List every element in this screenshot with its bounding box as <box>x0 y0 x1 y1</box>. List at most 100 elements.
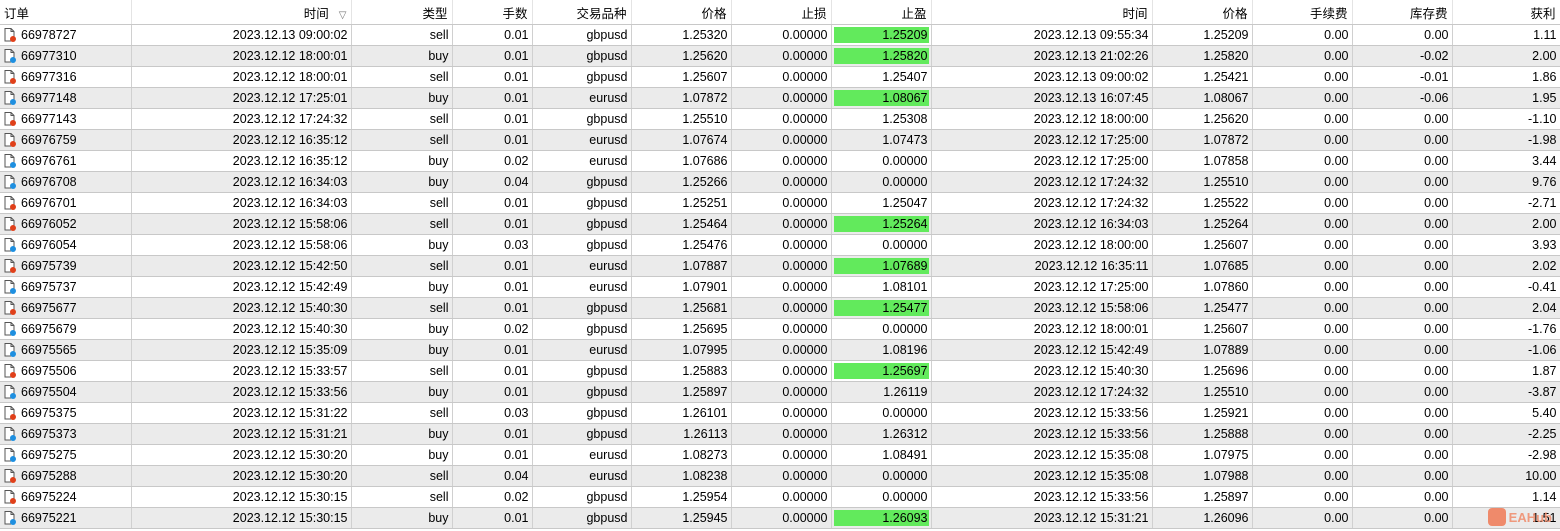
table-row[interactable]: 66975677 2023.12.12 15:40:30 sell 0.01 gbpus… <box>0 297 1560 319</box>
cell-commission: 0.00 <box>1252 87 1353 109</box>
cell-close-price: 1.26096 <box>1152 507 1253 529</box>
cell-tp: 1.25264 <box>831 213 932 235</box>
cell-tp: 1.26119 <box>831 381 932 403</box>
cell-profit: -2.25 <box>1452 423 1560 445</box>
cell-close-price: 1.25820 <box>1152 45 1253 67</box>
column-header-order[interactable]: 订单 <box>0 0 132 25</box>
cell-open-time: 2023.12.12 15:30:15 <box>131 486 352 508</box>
cell-profit: 1.86 <box>1452 66 1560 88</box>
sell-order-icon <box>4 364 16 378</box>
cell-symbol: gbpusd <box>532 297 632 319</box>
order-number: 66975275 <box>21 448 77 462</box>
cell-commission: 0.00 <box>1252 360 1353 382</box>
column-header-swap[interactable]: 库存费 <box>1352 0 1453 25</box>
table-row[interactable]: 66976054 2023.12.12 15:58:06 buy 0.03 gbpusd… <box>0 234 1560 256</box>
cell-symbol: eurusd <box>532 276 632 298</box>
table-row[interactable]: 66975288 2023.12.12 15:30:20 sell 0.04 eurus… <box>0 465 1560 487</box>
cell-close-time: 2023.12.12 16:34:03 <box>931 213 1153 235</box>
cell-tp: 1.25308 <box>831 108 932 130</box>
sell-order-icon <box>4 259 16 273</box>
cell-profit: 10.00 <box>1452 465 1560 487</box>
cell-order: 66976054 <box>0 234 132 256</box>
cell-price: 1.25464 <box>631 213 732 235</box>
cell-symbol: gbpusd <box>532 213 632 235</box>
column-header-stop-loss[interactable]: 止损 <box>731 0 832 25</box>
table-row[interactable]: 66976052 2023.12.12 15:58:06 sell 0.01 gbpus… <box>0 213 1560 235</box>
cell-type: sell <box>351 24 453 46</box>
sell-order-icon <box>4 217 16 231</box>
cell-commission: 0.00 <box>1252 45 1353 67</box>
table-row[interactable]: 66975221 2023.12.12 15:30:15 buy 0.01 gbpusd… <box>0 507 1560 529</box>
table-row[interactable]: 66975679 2023.12.12 15:40:30 buy 0.02 gbpusd… <box>0 318 1560 340</box>
cell-lots: 0.03 <box>452 402 533 424</box>
table-row[interactable]: 66975375 2023.12.12 15:31:22 sell 0.03 gbpus… <box>0 402 1560 424</box>
order-number: 66975677 <box>21 301 77 315</box>
column-header-open-price[interactable]: 价格 <box>631 0 732 25</box>
cell-close-price: 1.07872 <box>1152 129 1253 151</box>
buy-order-icon <box>4 343 16 357</box>
sell-order-icon <box>4 133 16 147</box>
buy-order-icon <box>4 175 16 189</box>
table-row[interactable]: 66977310 2023.12.12 18:00:01 buy 0.01 gbpusd… <box>0 45 1560 67</box>
cell-close-time: 2023.12.12 17:25:00 <box>931 150 1153 172</box>
cell-close-price: 1.25921 <box>1152 402 1253 424</box>
cell-price: 1.07887 <box>631 255 732 277</box>
table-row[interactable]: 66975275 2023.12.12 15:30:20 buy 0.01 eurusd… <box>0 444 1560 466</box>
cell-sl: 0.00000 <box>731 234 832 256</box>
column-header-close-price[interactable]: 价格 <box>1152 0 1253 25</box>
cell-commission: 0.00 <box>1252 339 1353 361</box>
column-header-open-time[interactable]: 时间 ▽ <box>131 0 352 25</box>
cell-sl: 0.00000 <box>731 465 832 487</box>
cell-close-time: 2023.12.12 17:24:32 <box>931 381 1153 403</box>
table-row[interactable]: 66977143 2023.12.12 17:24:32 sell 0.01 gbpus… <box>0 108 1560 130</box>
order-number: 66977310 <box>21 49 77 63</box>
cell-tp: 1.08491 <box>831 444 932 466</box>
table-row[interactable]: 66975373 2023.12.12 15:31:21 buy 0.01 gbpusd… <box>0 423 1560 445</box>
cell-profit: 1.95 <box>1452 87 1560 109</box>
column-header-symbol[interactable]: 交易品种 <box>532 0 632 25</box>
cell-price: 1.25897 <box>631 381 732 403</box>
order-number: 66975375 <box>21 406 77 420</box>
table-row[interactable]: 66975506 2023.12.12 15:33:57 sell 0.01 gbpus… <box>0 360 1560 382</box>
cell-open-time: 2023.12.12 16:35:12 <box>131 150 352 172</box>
cell-tp: 1.08101 <box>831 276 932 298</box>
cell-lots: 0.01 <box>452 444 533 466</box>
cell-symbol: eurusd <box>532 444 632 466</box>
column-header-lots[interactable]: 手数 <box>452 0 533 25</box>
cell-price: 1.07901 <box>631 276 732 298</box>
cell-tp: 1.25047 <box>831 192 932 214</box>
cell-order: 66975737 <box>0 276 132 298</box>
cell-open-time: 2023.12.12 15:58:06 <box>131 234 352 256</box>
cell-swap: 0.00 <box>1352 108 1453 130</box>
table-row[interactable]: 66978727 2023.12.13 09:00:02 sell 0.01 gbpus… <box>0 24 1560 46</box>
cell-commission: 0.00 <box>1252 423 1353 445</box>
column-header-type[interactable]: 类型 <box>351 0 453 25</box>
table-row[interactable]: 66975739 2023.12.12 15:42:50 sell 0.01 eurus… <box>0 255 1560 277</box>
table-row[interactable]: 66976701 2023.12.12 16:34:03 sell 0.01 gbpus… <box>0 192 1560 214</box>
table-row[interactable]: 66975737 2023.12.12 15:42:49 buy 0.01 eurusd… <box>0 276 1560 298</box>
cell-close-price: 1.25607 <box>1152 234 1253 256</box>
column-header-close-time[interactable]: 时间 <box>931 0 1153 25</box>
table-row[interactable]: 66975224 2023.12.12 15:30:15 sell 0.02 gbpus… <box>0 486 1560 508</box>
table-row[interactable]: 66976759 2023.12.12 16:35:12 sell 0.01 eurus… <box>0 129 1560 151</box>
cell-commission: 0.00 <box>1252 255 1353 277</box>
column-header-take-profit[interactable]: 止盈 <box>831 0 932 25</box>
cell-type: sell <box>351 465 453 487</box>
column-header-profit[interactable]: 获利 <box>1452 0 1560 25</box>
cell-symbol: gbpusd <box>532 24 632 46</box>
table-row[interactable]: 66977148 2023.12.12 17:25:01 buy 0.01 eurusd… <box>0 87 1560 109</box>
table-row[interactable]: 66976708 2023.12.12 16:34:03 buy 0.04 gbpusd… <box>0 171 1560 193</box>
cell-lots: 0.01 <box>452 108 533 130</box>
table-row[interactable]: 66977316 2023.12.12 18:00:01 sell 0.01 gbpus… <box>0 66 1560 88</box>
buy-order-icon <box>4 280 16 294</box>
table-row[interactable]: 66975565 2023.12.12 15:35:09 buy 0.01 eurusd… <box>0 339 1560 361</box>
cell-symbol: gbpusd <box>532 108 632 130</box>
table-row[interactable]: 66976761 2023.12.12 16:35:12 buy 0.02 eurusd… <box>0 150 1560 172</box>
column-header-commission[interactable]: 手续费 <box>1252 0 1353 25</box>
cell-profit: 9.76 <box>1452 171 1560 193</box>
cell-price: 1.25510 <box>631 108 732 130</box>
cell-close-time: 2023.12.12 18:00:00 <box>931 234 1153 256</box>
table-row[interactable]: 66975504 2023.12.12 15:33:56 buy 0.01 gbpusd… <box>0 381 1560 403</box>
cell-symbol: eurusd <box>532 255 632 277</box>
cell-close-time: 2023.12.12 15:58:06 <box>931 297 1153 319</box>
